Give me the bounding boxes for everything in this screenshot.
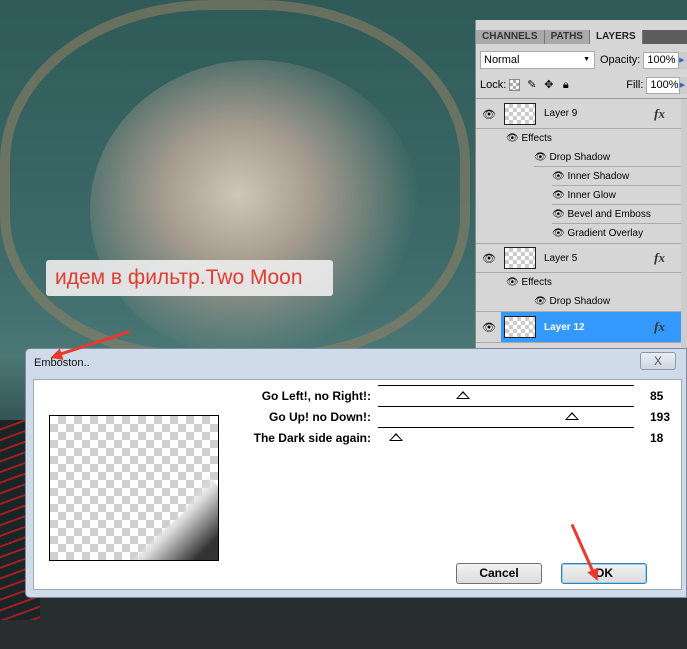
effect-row[interactable]: 👁︎ Drop Shadow — [534, 292, 681, 311]
layer-thumbnail — [504, 102, 536, 125]
layer-name: Layer 12 — [544, 321, 585, 333]
slider-value: 18 — [650, 431, 664, 445]
effect-row[interactable]: 👁︎ Inner Glow — [552, 186, 681, 205]
eye-icon[interactable]: 👁︎ — [552, 171, 567, 182]
slider-thumb[interactable] — [564, 412, 579, 420]
eye-icon[interactable]: 👁︎ — [552, 209, 567, 220]
fill-arrow-icon[interactable]: ▶ — [679, 76, 687, 94]
eye-icon[interactable]: 👁︎ — [481, 108, 497, 121]
effect-label: Drop Shadow — [549, 296, 611, 307]
slider-value: 193 — [650, 410, 671, 424]
layer-name: Layer 9 — [544, 108, 578, 119]
fx-icon[interactable]: fx — [654, 250, 665, 266]
effect-label: Inner Shadow — [567, 171, 630, 182]
eye-icon[interactable]: 👁︎ — [534, 152, 549, 163]
lock-all-icon[interactable]: 🔒︎ — [560, 79, 571, 91]
tab-paths[interactable]: PATHS — [544, 30, 590, 44]
effect-row[interactable]: 👁︎ Bevel and Emboss — [552, 205, 681, 224]
layers-scrollbar[interactable] — [681, 99, 687, 350]
slider-track[interactable] — [378, 406, 634, 420]
fill-input[interactable]: 100% — [646, 76, 680, 94]
effects-label: Effects — [521, 277, 552, 288]
cancel-button[interactable]: Cancel — [456, 563, 542, 584]
lock-move-icon[interactable]: ✥ — [543, 79, 554, 91]
slider-row: The Dark side again: 18 — [34, 427, 681, 447]
panel-tabs: CHANNELS PATHS LAYERS — [476, 30, 687, 44]
slider-label: Go Up! no Down!: — [269, 410, 371, 424]
layers-panel: CHANNELS PATHS LAYERS Normal Opacity: 10… — [475, 20, 687, 350]
eye-icon[interactable]: 👁︎ — [552, 190, 567, 201]
fx-icon[interactable]: fx — [654, 319, 665, 335]
effects-row[interactable]: 👁︎ Effects — [506, 129, 681, 148]
eye-icon[interactable]: 👁︎ — [534, 296, 549, 307]
tab-layers[interactable]: LAYERS — [589, 30, 643, 44]
eye-icon[interactable]: 👁︎ — [506, 277, 521, 288]
lock-label: Lock: — [480, 79, 507, 91]
close-button[interactable]: X — [640, 352, 676, 370]
eye-icon[interactable]: 👁︎ — [552, 228, 567, 239]
eye-icon[interactable]: 👁︎ — [506, 133, 521, 144]
slider-thumb[interactable] — [389, 433, 404, 441]
slider-value: 85 — [650, 389, 664, 403]
slider-track[interactable] — [378, 427, 634, 441]
opacity-arrow-icon[interactable]: ▶ — [679, 51, 687, 69]
slider-label: Go Left!, no Right!: — [261, 389, 371, 403]
slider-label: The Dark side again: — [253, 431, 371, 445]
effect-row[interactable]: 👁︎ Gradient Overlay — [552, 224, 681, 243]
effect-label: Bevel and Emboss — [567, 209, 651, 220]
effect-label: Drop Shadow — [549, 152, 611, 163]
slider-row: Go Left!, no Right!: 85 — [34, 385, 681, 405]
eye-icon[interactable]: 👁︎ — [481, 321, 497, 334]
lock-brush-icon[interactable]: ✎ — [526, 79, 537, 91]
opacity-label: Opacity: — [600, 54, 641, 66]
fill-label: Fill: — [626, 79, 644, 91]
ok-button[interactable]: OK — [561, 563, 647, 584]
annotation-caption: идем в фильтр.Two Moon — [46, 260, 333, 296]
slider-track[interactable] — [378, 385, 634, 399]
effect-label: Gradient Overlay — [567, 228, 644, 239]
effect-label: Inner Glow — [567, 190, 616, 201]
layer-row-selected[interactable]: 👁︎ Layer 12 fx — [476, 311, 687, 343]
effects-row[interactable]: 👁︎ Effects — [506, 273, 681, 292]
slider-row: Go Up! no Down!: 193 — [34, 406, 681, 426]
layer-row[interactable]: 👁︎ Layer 9 fx — [476, 99, 687, 129]
layer-thumbnail — [504, 247, 536, 269]
layer-row[interactable]: 👁︎ Layer 5 fx — [476, 243, 687, 273]
layer-name: Layer 5 — [544, 252, 578, 264]
eye-icon[interactable]: 👁︎ — [481, 252, 497, 265]
preview-figure — [130, 471, 218, 560]
fx-icon[interactable]: fx — [654, 106, 665, 122]
tab-channels[interactable]: CHANNELS — [476, 30, 545, 44]
effect-row[interactable]: 👁︎ Drop Shadow — [534, 148, 681, 167]
effects-label: Effects — [521, 133, 552, 144]
layer-thumbnail — [504, 316, 536, 338]
heart-frame-decoration — [0, 0, 470, 360]
layers-list: 👁︎ Layer 9 fx 👁︎ Effects 👁︎ Drop Shadow … — [476, 98, 687, 350]
slider-thumb[interactable] — [456, 391, 471, 399]
opacity-input[interactable]: 100% — [643, 51, 680, 69]
lock-transparency-icon[interactable] — [509, 79, 521, 91]
effect-row[interactable]: 👁︎ Inner Shadow — [552, 167, 681, 186]
blend-mode-select[interactable]: Normal — [480, 51, 595, 69]
